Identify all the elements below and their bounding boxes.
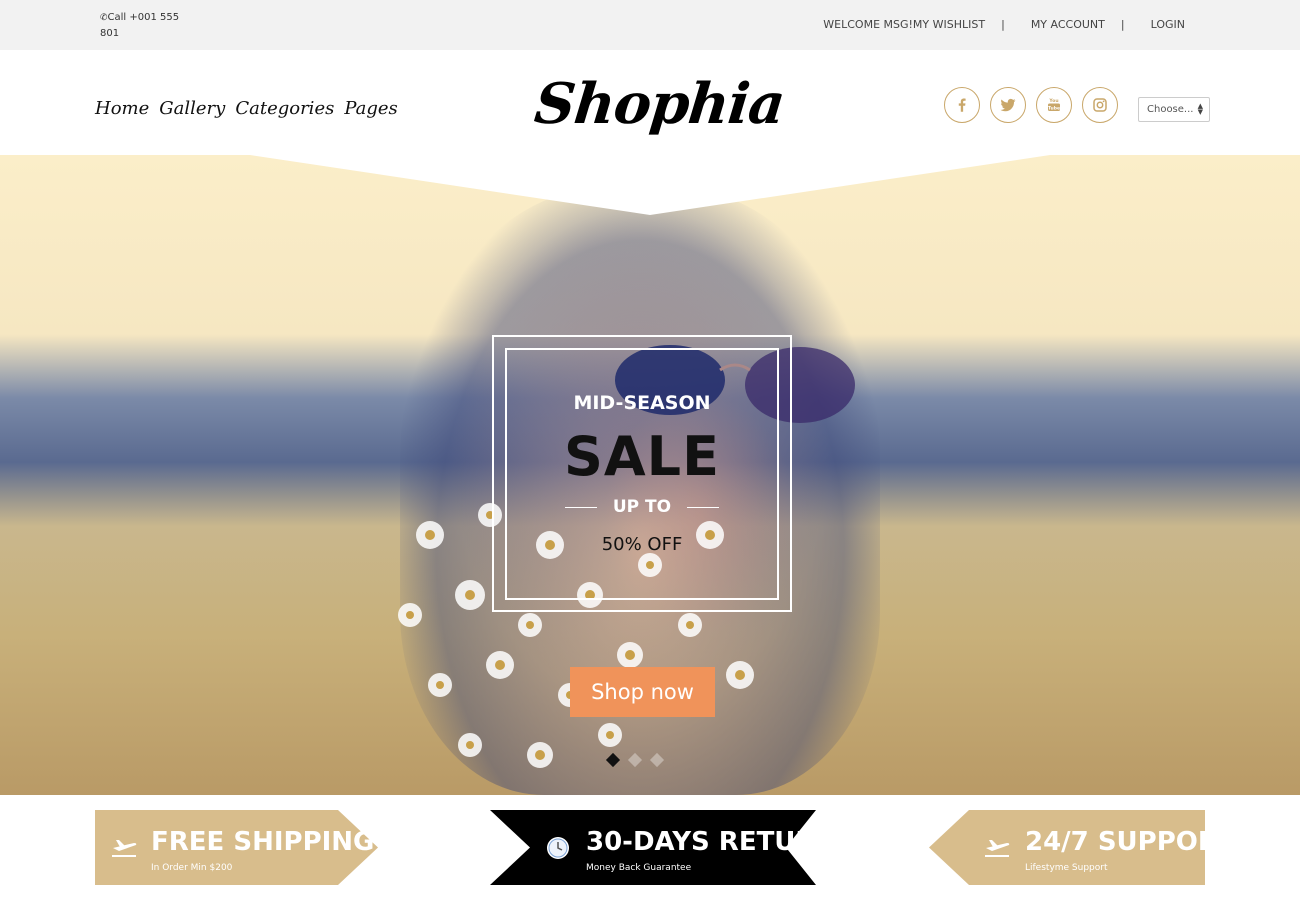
sale-upto: UP TO <box>612 497 672 517</box>
feature-subtitle: In Order Min $200 <box>151 863 233 873</box>
feature-text: 30-DAYS RETURN Money Back Guarantee <box>586 827 816 873</box>
twitter-icon[interactable] <box>990 87 1026 123</box>
feature-title: 30-DAYS RETURN <box>586 827 816 857</box>
top-bar: ✆Call +001 555 801 WELCOME MSG!MY WISHLI… <box>0 0 1300 50</box>
facebook-icon[interactable] <box>944 87 980 123</box>
sale-upto-row: UP TO <box>565 497 719 517</box>
instagram-icon[interactable] <box>1082 87 1118 123</box>
phone-contact: ✆Call +001 555 801 <box>100 10 190 41</box>
sale-title: SALE <box>564 425 720 488</box>
feature-returns: 30-DAYS RETURN Money Back Guarantee <box>490 810 816 885</box>
sale-subtitle: MID-SEASON <box>573 392 711 414</box>
slider-dot-2[interactable] <box>627 752 643 768</box>
slider-dots <box>605 752 665 768</box>
phone-line-2: 801 <box>100 28 120 39</box>
site-logo[interactable]: Shophia <box>531 64 788 144</box>
divider: | <box>1120 18 1125 31</box>
clock-icon <box>547 837 569 859</box>
slider-dot-1[interactable] <box>605 752 621 768</box>
select-arrows-icon: ▲ ▼ <box>1197 102 1203 116</box>
hero-notch-shape <box>0 155 1300 215</box>
nav-pages[interactable]: Pages <box>344 98 397 119</box>
feature-free-shipping: FREE SHIPPING In Order Min $200 <box>95 810 378 885</box>
nav-home[interactable]: Home <box>95 98 149 119</box>
currency-select[interactable]: Choose... ▲ ▼ <box>1138 97 1210 122</box>
features-row: FREE SHIPPING In Order Min $200 30-DAYS … <box>0 795 1300 900</box>
social-links: Tube You <box>944 87 1118 123</box>
feature-title: FREE SHIPPING <box>151 827 375 857</box>
site-header: Home Gallery Categories Pages Shophia Tu… <box>0 50 1300 155</box>
nav-gallery[interactable]: Gallery <box>159 98 225 119</box>
feature-subtitle: Lifestyme Support <box>1025 863 1108 873</box>
youtube-icon[interactable]: Tube You <box>1036 87 1072 123</box>
shop-now-button[interactable]: Shop now <box>570 667 715 717</box>
main-nav: Home Gallery Categories Pages <box>95 98 398 119</box>
feature-title: 24/7 SUPPORT <box>1025 827 1205 857</box>
feature-subtitle: Money Back Guarantee <box>586 863 692 873</box>
plane-icon <box>985 840 1010 857</box>
feature-text: FREE SHIPPING In Order Min $200 <box>151 827 374 873</box>
svg-text:Tube: Tube <box>1048 106 1060 112</box>
wishlist-link[interactable]: WELCOME MSG!MY WISHLIST <box>823 18 985 31</box>
svg-text:You: You <box>1048 98 1058 104</box>
phone-line-1: Call +001 555 <box>107 12 180 23</box>
feature-text: 24/7 SUPPORT Lifestyme Support <box>1025 827 1205 873</box>
hero-banner: MID-SEASON SALE UP TO 50% OFF Shop now <box>0 155 1300 795</box>
feature-support: 24/7 SUPPORT Lifestyme Support <box>929 810 1205 885</box>
sale-discount: 50% OFF <box>601 534 683 555</box>
plane-icon <box>112 840 137 857</box>
divider <box>565 506 597 508</box>
select-value: Choose... <box>1147 104 1194 115</box>
top-links: WELCOME MSG!MY WISHLIST | MY ACCOUNT | L… <box>823 18 1185 31</box>
divider <box>686 506 719 508</box>
nav-categories[interactable]: Categories <box>235 98 334 119</box>
phone-icon: ✆ <box>100 13 108 23</box>
login-link[interactable]: LOGIN <box>1151 18 1185 31</box>
my-account-link[interactable]: MY ACCOUNT <box>1031 18 1105 31</box>
slider-dot-3[interactable] <box>649 752 665 768</box>
divider: | <box>1001 18 1005 31</box>
